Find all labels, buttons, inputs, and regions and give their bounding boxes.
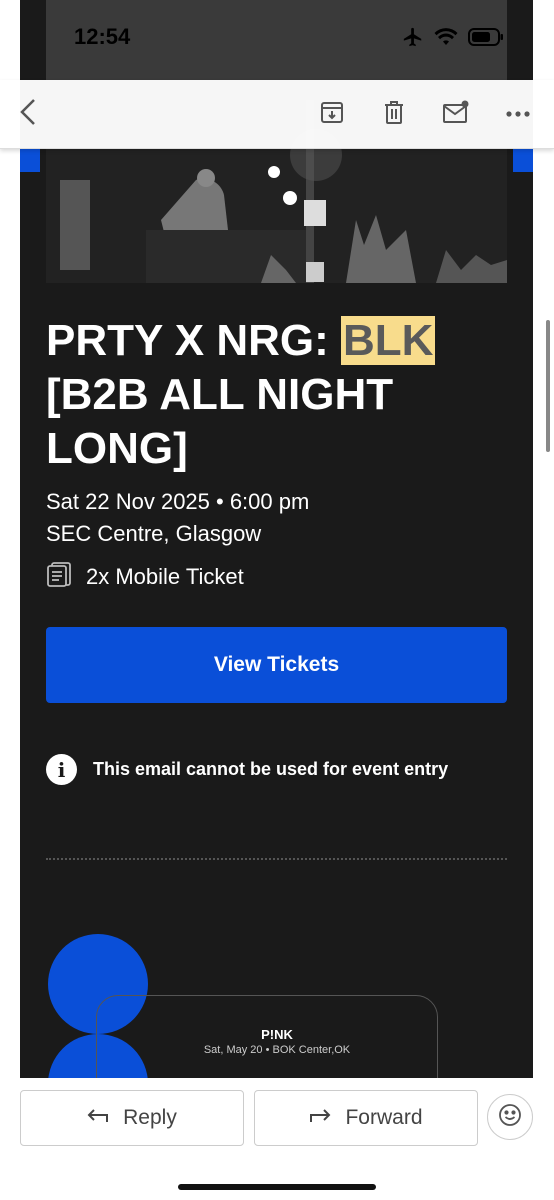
forward-button[interactable]: Forward xyxy=(254,1090,478,1146)
ticket-icon xyxy=(46,560,74,594)
smiley-icon xyxy=(498,1103,522,1132)
info-icon: i xyxy=(46,754,77,785)
clock: 12:54 xyxy=(74,24,131,49)
bottom-action-bar: Reply Forward xyxy=(0,1078,554,1200)
promo-details: Sat, May 20 • BOK Center,OK xyxy=(203,1044,351,1056)
promo-artist: P!NK xyxy=(261,1027,293,1042)
event-title: PRTY X NRG: BLK [B2B ALL NIGHT LONG] xyxy=(46,316,436,473)
battery-icon xyxy=(468,28,504,51)
airplane-icon xyxy=(402,26,424,53)
mail-unread-icon xyxy=(442,99,470,130)
ticket-count: 2x Mobile Ticket xyxy=(86,564,244,589)
accent-edge-left xyxy=(20,148,40,172)
forward-label: Forward xyxy=(345,1106,423,1129)
reply-icon xyxy=(87,1106,109,1130)
dotted-divider xyxy=(46,858,507,860)
reply-label: Reply xyxy=(123,1106,177,1129)
back-button[interactable] xyxy=(12,98,44,130)
entry-notice-text: This email cannot be used for event entr… xyxy=(93,759,449,779)
archive-button[interactable] xyxy=(316,98,348,130)
entry-notice: i This email cannot be used for event en… xyxy=(46,754,448,785)
mark-unread-button[interactable] xyxy=(440,98,472,130)
email-body: PRTY X NRG: BLK [B2B ALL NIGHT LONG] Sat… xyxy=(20,0,533,1078)
accent-edge-right xyxy=(513,148,533,172)
view-tickets-button[interactable]: View Tickets xyxy=(46,627,507,703)
more-button[interactable] xyxy=(502,98,534,130)
event-datetime: Sat 22 Nov 2025 • 6:00 pm xyxy=(46,489,310,514)
wifi-icon xyxy=(434,27,458,52)
emoji-reaction-button[interactable] xyxy=(487,1094,533,1140)
archive-icon xyxy=(319,99,345,130)
ticket-count-row: 2x Mobile Ticket xyxy=(46,560,244,594)
search-highlight: BLK xyxy=(341,316,436,365)
more-horizontal-icon xyxy=(505,105,531,123)
trash-icon xyxy=(382,99,406,130)
email-toolbar xyxy=(0,80,554,149)
delete-button[interactable] xyxy=(378,98,410,130)
forward-icon xyxy=(309,1106,331,1130)
status-bar: 12:54 xyxy=(0,0,554,78)
home-indicator xyxy=(178,1184,376,1190)
scroll-indicator[interactable] xyxy=(546,320,550,452)
reply-button[interactable]: Reply xyxy=(20,1090,244,1146)
event-venue: SEC Centre, Glasgow xyxy=(46,521,262,546)
chevron-left-icon xyxy=(18,98,38,131)
